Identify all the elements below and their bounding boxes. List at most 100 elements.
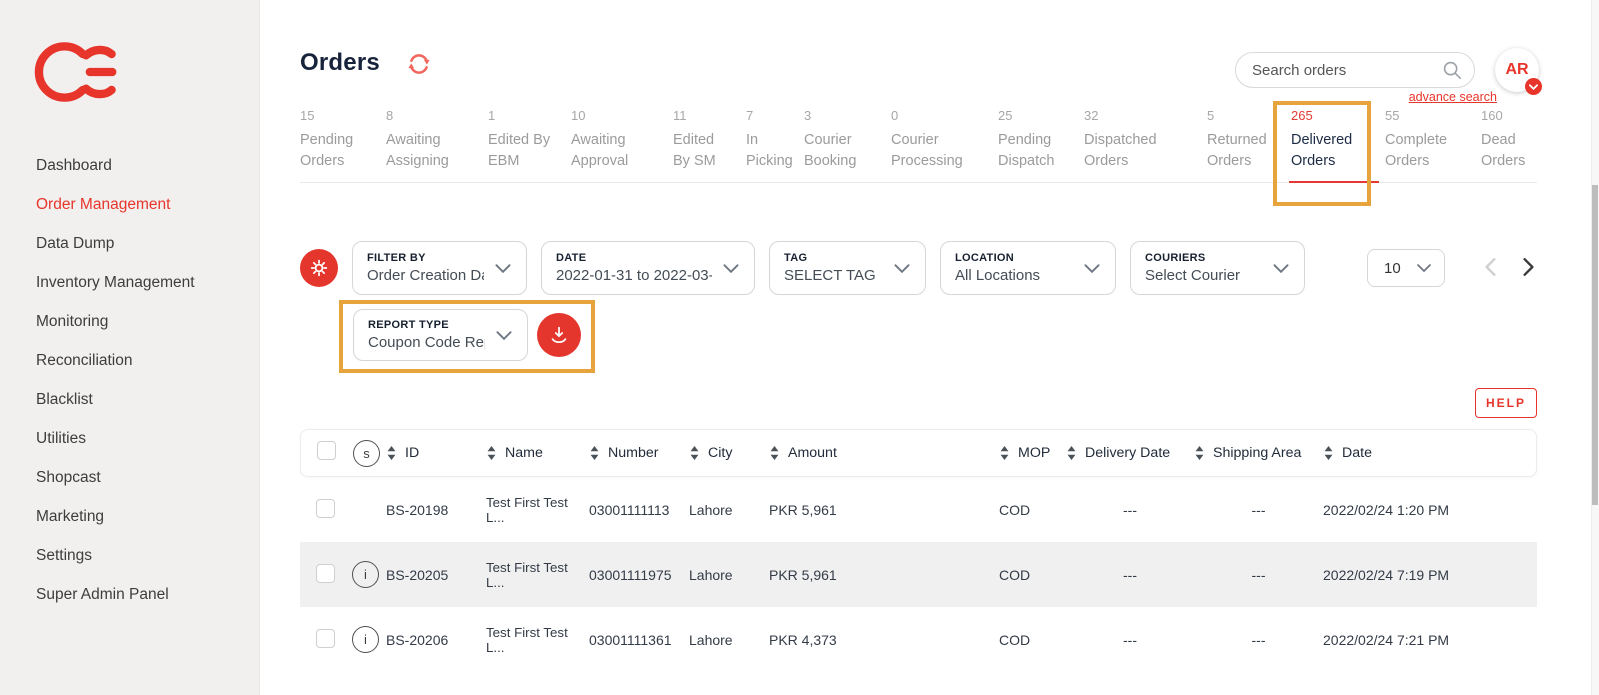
row-checkbox[interactable] bbox=[316, 499, 335, 518]
cell-mop: COD bbox=[999, 632, 1066, 648]
tab-awaiting-assigning[interactable]: 8 Awaiting Assigning bbox=[386, 108, 472, 182]
tab-returned-orders[interactable]: 5 Returned Orders bbox=[1207, 108, 1275, 182]
next-page-icon[interactable] bbox=[1519, 256, 1537, 280]
cell-id: BS-20205 bbox=[386, 567, 486, 583]
download-report-button[interactable] bbox=[537, 313, 581, 357]
sidebar-item-marketing[interactable]: Marketing bbox=[0, 497, 259, 536]
sidebar-item-shopcast[interactable]: Shopcast bbox=[0, 458, 259, 497]
tab-in-picking[interactable]: 7 In Picking bbox=[746, 108, 788, 182]
sort-icon bbox=[770, 446, 779, 460]
tab-pending-orders[interactable]: 15 Pending Orders bbox=[300, 108, 370, 182]
cell-id: BS-20198 bbox=[386, 502, 486, 518]
tag-dropdown[interactable]: TAG SELECT TAG bbox=[769, 241, 926, 295]
sidebar-item-monitoring[interactable]: Monitoring bbox=[0, 302, 259, 341]
chevron-down-icon bbox=[883, 263, 911, 274]
cell-date: 2022/02/24 7:19 PM bbox=[1323, 567, 1521, 583]
user-avatar[interactable]: AR bbox=[1495, 48, 1539, 92]
cell-amount: PKR 4,373 bbox=[769, 632, 999, 648]
column-header-shipping-area[interactable]: Shipping Area bbox=[1195, 445, 1324, 461]
tab-awaiting-approval[interactable]: 10 Awaiting Approval bbox=[571, 108, 657, 182]
table-row[interactable]: BS-20198 Test First Test L... 0300111111… bbox=[300, 477, 1537, 542]
select-all-checkbox[interactable] bbox=[317, 441, 336, 460]
sidebar-item-order-management[interactable]: Order Management bbox=[0, 185, 259, 224]
sort-icon bbox=[487, 446, 496, 460]
chevron-down-icon bbox=[1406, 263, 1432, 273]
sort-icon bbox=[1324, 446, 1333, 460]
sidebar-item-settings[interactable]: Settings bbox=[0, 536, 259, 575]
couriers-dropdown[interactable]: COURIERS Select Courier bbox=[1130, 241, 1305, 295]
scrollbar-thumb[interactable] bbox=[1592, 185, 1598, 505]
avatar-initials: AR bbox=[1505, 61, 1528, 79]
search-input[interactable] bbox=[1235, 52, 1475, 88]
cell-shipping-area: --- bbox=[1194, 502, 1323, 518]
sort-icon bbox=[690, 446, 699, 460]
prev-page-icon[interactable] bbox=[1481, 256, 1499, 280]
refresh-icon[interactable] bbox=[406, 51, 432, 77]
sidebar-item-blacklist[interactable]: Blacklist bbox=[0, 380, 259, 419]
column-header-mop[interactable]: MOP bbox=[1000, 445, 1067, 461]
column-header-id[interactable]: ID bbox=[387, 445, 487, 461]
tab-delivered-orders[interactable]: 265 Delivered Orders bbox=[1291, 108, 1369, 182]
row-checkbox[interactable] bbox=[316, 564, 335, 583]
table-row[interactable]: i BS-20206 Test First Test L... 03001111… bbox=[300, 607, 1537, 672]
circled-s-icon[interactable]: s bbox=[353, 440, 380, 467]
cell-date: 2022/02/24 1:20 PM bbox=[1323, 502, 1521, 518]
tab-courier-booking[interactable]: 3 Courier Booking bbox=[804, 108, 875, 182]
cell-amount: PKR 5,961 bbox=[769, 502, 999, 518]
chevron-down-icon bbox=[1073, 263, 1101, 274]
report-type-dropdown[interactable]: REPORT TYPE Coupon Code Rep bbox=[353, 309, 528, 361]
cell-shipping-area: --- bbox=[1194, 567, 1323, 583]
sidebar-item-reconciliation[interactable]: Reconciliation bbox=[0, 341, 259, 380]
cell-name: Test First Test L... bbox=[486, 495, 589, 525]
location-dropdown[interactable]: LOCATION All Locations bbox=[940, 241, 1116, 295]
cell-delivery-date: --- bbox=[1066, 567, 1194, 583]
column-header-number[interactable]: Number bbox=[590, 445, 690, 461]
table-row[interactable]: i BS-20205 Test First Test L... 03001111… bbox=[300, 542, 1537, 607]
help-row: HELP bbox=[260, 388, 1537, 418]
tab-dispatched-orders[interactable]: 32 Dispatched Orders bbox=[1084, 108, 1191, 182]
filter-settings-button[interactable] bbox=[300, 249, 338, 287]
tab-edited-by-ebm[interactable]: 1 Edited By EBM bbox=[488, 108, 555, 182]
chevron-down-icon bbox=[1262, 263, 1290, 274]
column-header-city[interactable]: City bbox=[690, 445, 770, 461]
sidebar-item-data-dump[interactable]: Data Dump bbox=[0, 224, 259, 263]
chevron-down-icon bbox=[485, 330, 513, 341]
sidebar-item-inventory-management[interactable]: Inventory Management bbox=[0, 263, 259, 302]
scrollbar-track bbox=[1591, 0, 1599, 695]
gear-icon bbox=[309, 258, 329, 278]
order-management-app: Dashboard Order Management Data Dump Inv… bbox=[0, 0, 1599, 695]
cell-mop: COD bbox=[999, 567, 1066, 583]
page-size-dropdown[interactable]: 10 bbox=[1367, 249, 1445, 287]
order-status-tabs: 15 Pending Orders 8 Awaiting Assigning 1… bbox=[300, 108, 1537, 183]
orders-table: s ID Name Number City bbox=[300, 429, 1537, 672]
cell-city: Lahore bbox=[689, 632, 769, 648]
filter-by-dropdown[interactable]: FILTER BY Order Creation Da bbox=[352, 241, 527, 295]
column-header-date[interactable]: Date bbox=[1324, 445, 1520, 461]
chevron-down-icon bbox=[484, 263, 512, 274]
column-header-name[interactable]: Name bbox=[487, 445, 590, 461]
column-header-delivery-date[interactable]: Delivery Date bbox=[1067, 445, 1195, 461]
help-button[interactable]: HELP bbox=[1475, 388, 1537, 418]
date-range-dropdown[interactable]: DATE 2022-01-31 to 2022-03-01 bbox=[541, 241, 755, 295]
tab-courier-processing[interactable]: 0 Courier Processing bbox=[891, 108, 982, 182]
cell-number: 03001111975 bbox=[589, 567, 689, 583]
info-icon[interactable]: i bbox=[352, 626, 379, 653]
tab-dead-orders[interactable]: 160 Dead Orders bbox=[1481, 108, 1537, 182]
sort-icon bbox=[590, 446, 599, 460]
info-icon[interactable]: i bbox=[352, 561, 379, 588]
tab-edited-by-sm[interactable]: 11 Edited By SM bbox=[673, 108, 730, 182]
cell-number: 03001111361 bbox=[589, 632, 689, 648]
cell-name: Test First Test L... bbox=[486, 625, 589, 655]
sidebar-item-super-admin-panel[interactable]: Super Admin Panel bbox=[0, 575, 259, 614]
table-header: s ID Name Number City bbox=[300, 429, 1537, 477]
sidebar-item-dashboard[interactable]: Dashboard bbox=[0, 146, 259, 185]
row-checkbox[interactable] bbox=[316, 629, 335, 648]
column-header-amount[interactable]: Amount bbox=[770, 445, 1000, 461]
pagination bbox=[1481, 256, 1537, 280]
tab-complete-orders[interactable]: 55 Complete Orders bbox=[1385, 108, 1465, 182]
advance-search-link[interactable]: advance search bbox=[1409, 90, 1497, 104]
sidebar-item-utilities[interactable]: Utilities bbox=[0, 419, 259, 458]
cell-delivery-date: --- bbox=[1066, 632, 1194, 648]
tab-pending-dispatch[interactable]: 25 Pending Dispatch bbox=[998, 108, 1068, 182]
chevron-down-icon bbox=[712, 263, 740, 274]
